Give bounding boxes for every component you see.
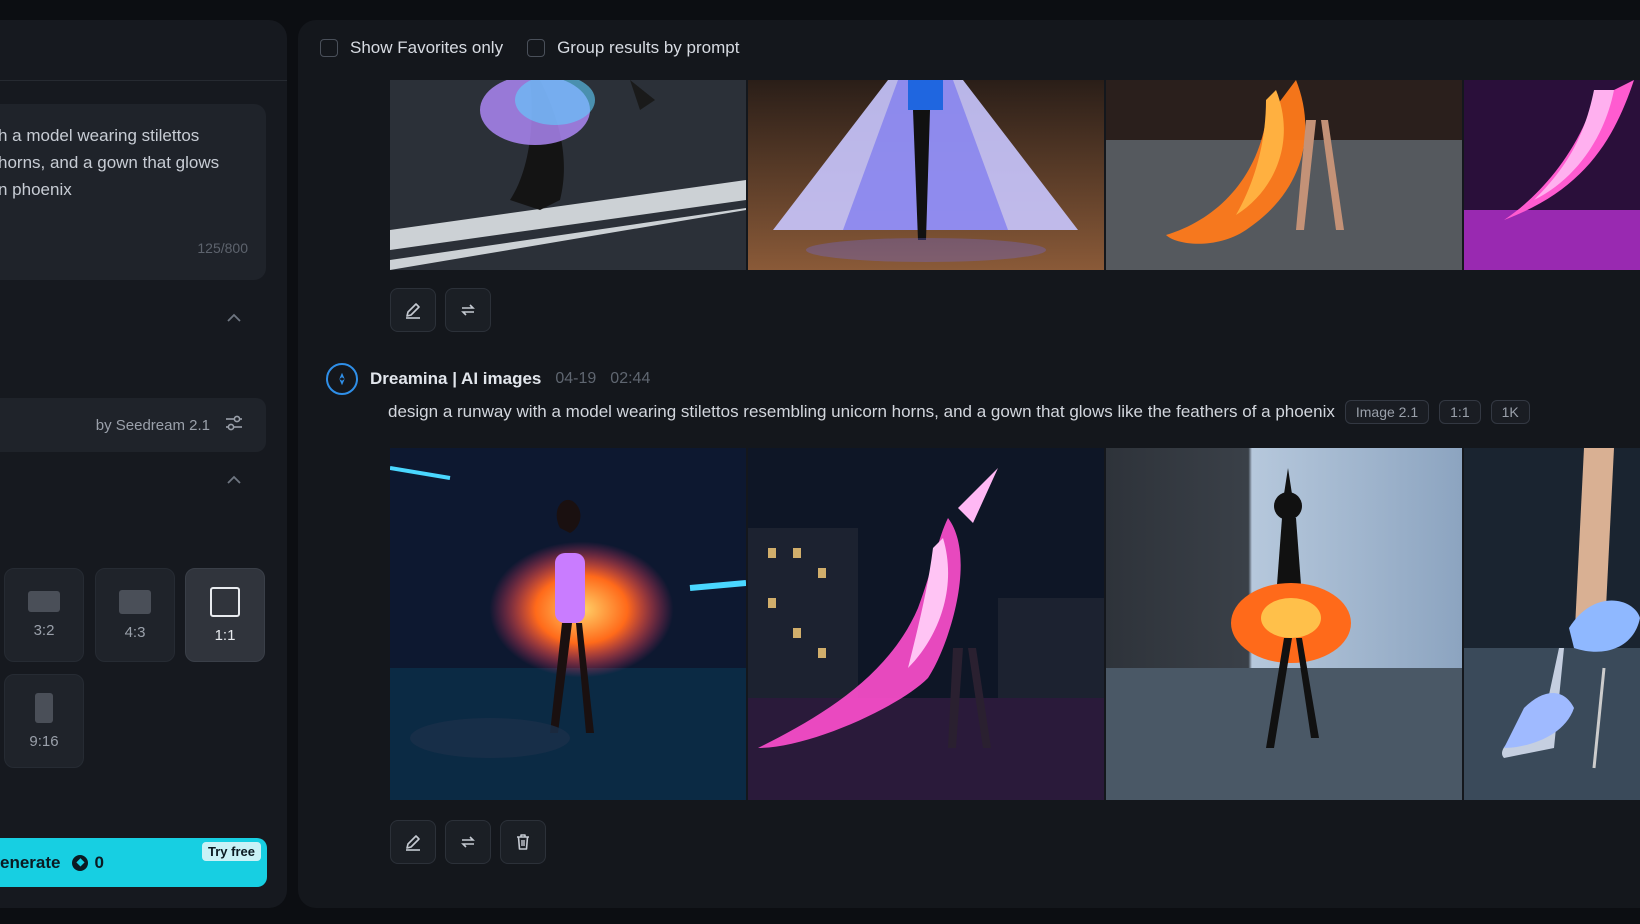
group-results-filter[interactable]: Group results by prompt: [527, 38, 739, 58]
generation-prompt[interactable]: design a runway with a model wearing sti…: [388, 402, 1335, 422]
favorites-label: Show Favorites only: [350, 38, 504, 57]
try-free-badge: Try free: [202, 842, 261, 861]
favorites-checkbox[interactable]: [320, 39, 338, 57]
repeat-icon: [461, 836, 475, 848]
regenerate-button[interactable]: [445, 820, 491, 864]
pencil-icon: [406, 303, 420, 319]
group-checkbox[interactable]: [527, 39, 546, 57]
generate-button[interactable]: enerate ◆ 0 Try free: [0, 838, 267, 887]
chevron-up-icon[interactable]: [226, 472, 242, 484]
ratio-label: 4:3: [124, 623, 146, 641]
pencil-icon: [406, 835, 420, 851]
ratio-1-1-button[interactable]: 1:1: [185, 568, 265, 662]
ratio-tag: 1:1: [1439, 400, 1481, 424]
trash-icon: [517, 834, 529, 850]
group-label: Group results by prompt: [557, 38, 740, 57]
result-image[interactable]: [748, 448, 1104, 800]
delete-button[interactable]: [500, 820, 546, 864]
ratio-9-16-icon: [35, 692, 53, 723]
app-name: Dreamina | AI images: [370, 369, 542, 388]
ratio-4-3-button[interactable]: 4:3: [95, 568, 175, 662]
prompt-input-box[interactable]: h a model wearing stilettos horns, and a…: [0, 104, 266, 280]
result-image[interactable]: [1464, 80, 1640, 270]
favorites-filter[interactable]: Show Favorites only: [320, 38, 503, 58]
regenerate-button[interactable]: [445, 288, 491, 332]
model-tag: Image 2.1: [1344, 400, 1430, 424]
ratio-label: 1:1: [214, 626, 236, 644]
chevron-up-icon[interactable]: [226, 310, 242, 322]
results-panel: Show Favorites only Group results by pro…: [298, 20, 1640, 908]
generation-time: 02:44: [610, 370, 651, 387]
prompt-text[interactable]: h a model wearing stilettos horns, and a…: [0, 122, 244, 203]
credit-count: 0: [94, 852, 104, 872]
result-image[interactable]: [390, 80, 746, 270]
ratio-3-2-icon: [28, 591, 60, 612]
result-image[interactable]: [748, 80, 1104, 270]
edit-button[interactable]: [390, 820, 436, 864]
prompt-char-count: 125/800: [197, 240, 248, 256]
result-image[interactable]: [1106, 448, 1462, 800]
left-settings-panel: h a model wearing stilettos horns, and a…: [0, 20, 287, 908]
result-image[interactable]: [1106, 80, 1462, 270]
generate-label: enerate: [0, 852, 61, 872]
left-panel-header: [0, 20, 287, 81]
edit-button[interactable]: [390, 288, 436, 332]
resolution-tag: 1K: [1490, 400, 1530, 424]
generation-header: Dreamina | AI images 04-19 02:44: [326, 363, 650, 395]
model-selector[interactable]: by Seedream 2.1: [0, 398, 266, 452]
ratio-label: 3:2: [33, 622, 55, 639]
ratio-9-16-button[interactable]: 9:16: [4, 674, 84, 768]
results-toolbar: Show Favorites only Group results by pro…: [320, 38, 739, 58]
model-label: by Seedream 2.1: [95, 416, 210, 434]
credit-coin-icon: ◆: [72, 854, 89, 871]
ratio-4-3-icon: [119, 589, 151, 614]
ratio-1-1-icon: [210, 586, 240, 617]
ratio-3-2-button[interactable]: 3:2: [4, 568, 84, 662]
sliders-icon[interactable]: [224, 413, 244, 437]
generation-date: 04-19: [555, 370, 597, 387]
result-image[interactable]: [390, 448, 746, 800]
generation-prompt-row: design a runway with a model wearing sti…: [388, 400, 1530, 424]
ratio-label: 9:16: [29, 732, 59, 750]
result-image[interactable]: [1464, 448, 1640, 800]
repeat-icon: [461, 304, 475, 316]
dreamina-logo-icon: [326, 363, 358, 395]
